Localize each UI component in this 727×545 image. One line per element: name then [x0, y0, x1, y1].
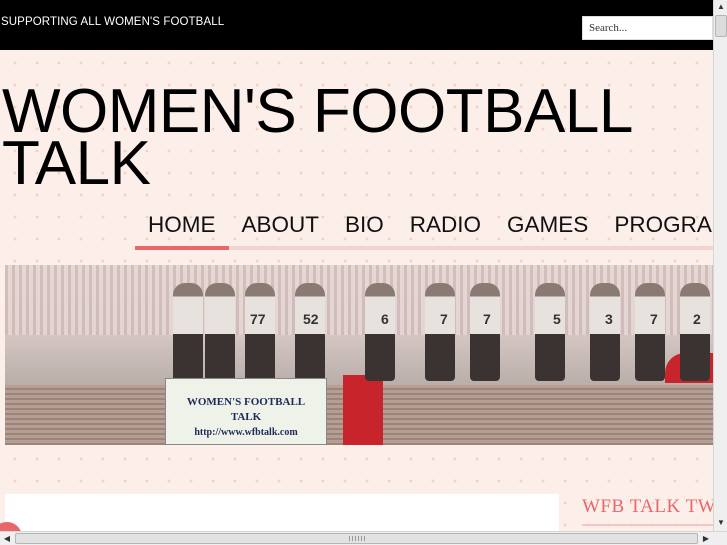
banner-jersey-number: 5	[553, 311, 561, 327]
banner-jersey-number: 7	[650, 311, 658, 327]
nav-item-about[interactable]: ABOUT	[229, 206, 333, 250]
scroll-up-icon[interactable]: ▲	[715, 0, 727, 14]
header-banner-image: 77 52 6 7 7 5 3 7 2 WOMEN'S FOOTBALL TAL…	[5, 265, 713, 445]
top-bar: SUPPORTING ALL WOMEN'S FOOTBALL Search..…	[0, 0, 713, 50]
banner-player	[365, 283, 395, 381]
banner-jersey-number: 3	[605, 311, 613, 327]
banner-jersey-number: 52	[303, 311, 319, 327]
banner-jersey-number: 7	[440, 311, 448, 327]
main-nav: HOME ABOUT BIO RADIO GAMES PROGRA	[135, 206, 713, 250]
vertical-scrollbar[interactable]: ▲ ▼	[713, 0, 727, 531]
banner-player	[635, 283, 665, 381]
banner-player	[295, 283, 325, 381]
banner-sign-line-2: TALK	[230, 411, 262, 423]
main-content-box	[5, 494, 559, 534]
vertical-scroll-thumb[interactable]	[715, 15, 727, 37]
banner-player	[680, 283, 710, 381]
banner-player	[470, 283, 500, 381]
banner-jersey-number: 6	[381, 311, 389, 327]
banner-jersey-number: 2	[693, 311, 701, 327]
banner-player	[205, 283, 235, 381]
banner-player	[245, 283, 275, 381]
nav-item-home[interactable]: HOME	[135, 206, 229, 250]
nav-item-bio[interactable]: BIO	[332, 206, 397, 250]
scroll-grip-icon	[348, 536, 365, 541]
banner-red-sign	[343, 375, 383, 445]
horizontal-scrollbar[interactable]: ◀ ▶	[0, 531, 727, 545]
scroll-down-icon[interactable]: ▼	[715, 516, 727, 530]
search-input[interactable]: Search...	[582, 16, 713, 40]
nav-item-games[interactable]: GAMES	[494, 206, 601, 250]
sidebar-widget-divider	[582, 524, 713, 526]
nav-item-programs[interactable]: PROGRA	[601, 206, 713, 250]
banner-player	[173, 283, 203, 381]
banner-player	[535, 283, 565, 381]
nav-item-radio[interactable]: RADIO	[397, 206, 494, 250]
scroll-right-icon[interactable]: ▶	[699, 532, 713, 545]
banner-sign-url: http://www.wfbtalk.com	[194, 427, 298, 438]
sidebar-widget-title: WFB TALK TW	[582, 496, 713, 517]
site-title[interactable]: WOMEN'S FOOTBALL TALK	[2, 81, 702, 195]
banner-jersey-number: 77	[250, 311, 266, 327]
banner-player	[590, 283, 620, 381]
banner-sign: WOMEN'S FOOTBALL TALK http://www.wfbtalk…	[165, 378, 327, 445]
site-tagline: SUPPORTING ALL WOMEN'S FOOTBALL	[1, 16, 225, 28]
banner-sign-line-1: WOMEN'S FOOTBALL	[186, 396, 306, 408]
scroll-left-icon[interactable]: ◀	[0, 532, 14, 545]
banner-player	[425, 283, 455, 381]
horizontal-scroll-thumb[interactable]	[15, 533, 698, 544]
banner-jersey-number: 7	[483, 311, 491, 327]
